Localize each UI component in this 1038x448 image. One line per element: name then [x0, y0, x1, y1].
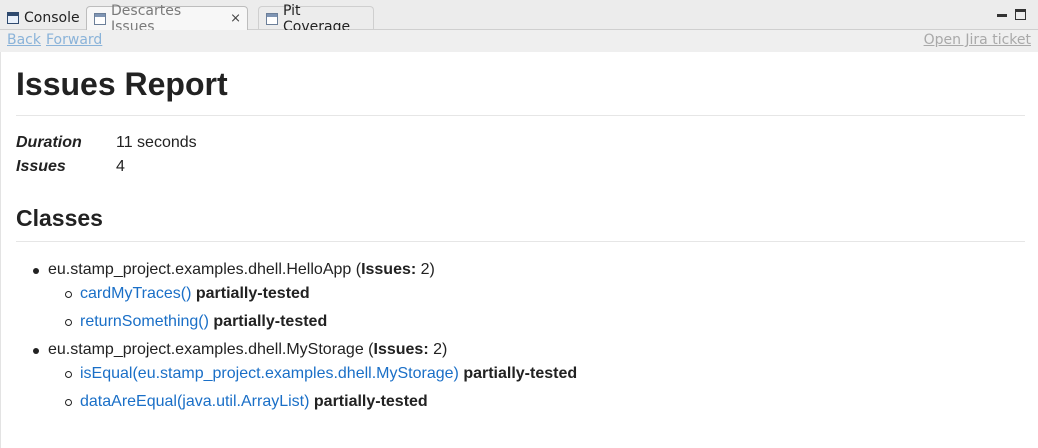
- minimize-icon[interactable]: [997, 14, 1007, 17]
- method-item: isEqual(eu.stamp_project.examples.dhell.…: [64, 365, 578, 383]
- method-item: returnSomething() partially-tested: [64, 313, 328, 331]
- maximize-icon[interactable]: [1015, 9, 1026, 20]
- class-item: eu.stamp_project.examples.dhell.MyStorag…: [32, 341, 448, 359]
- class-issues-count: 2): [433, 341, 448, 358]
- view-icon: [266, 12, 278, 25]
- class-issues-label: Issues:: [373, 341, 429, 358]
- method-link[interactable]: isEqual(eu.stamp_project.examples.dhell.…: [80, 365, 459, 382]
- class-item: eu.stamp_project.examples.dhell.HelloApp…: [33, 261, 435, 279]
- method-link[interactable]: dataAreEqual(java.util.ArrayList): [80, 393, 309, 410]
- method-item: dataAreEqual(java.util.ArrayList) partia…: [65, 393, 428, 411]
- back-link[interactable]: Back: [7, 32, 41, 48]
- duration-label: Duration: [16, 134, 82, 151]
- class-issues-count: 2): [420, 261, 435, 278]
- class-issues-label: Issues:: [361, 261, 417, 278]
- report-content: Issues Report Duration 11 seconds Issues…: [0, 52, 1038, 448]
- divider: [16, 241, 1025, 242]
- tab-descartes-issues[interactable]: Descartes Issues ⨯: [86, 3, 248, 35]
- class-name: eu.stamp_project.examples.dhell.HelloApp: [48, 261, 352, 278]
- issues-label: Issues: [16, 158, 66, 175]
- duration-value: 11 seconds: [116, 134, 197, 151]
- divider: [16, 115, 1025, 116]
- method-status: partially-tested: [463, 365, 578, 382]
- tab-console[interactable]: Console: [0, 6, 86, 30]
- tab-pit-coverage[interactable]: Pit Coverage: [258, 3, 374, 35]
- console-icon: [7, 12, 19, 24]
- class-name: eu.stamp_project.examples.dhell.MyStorag…: [48, 341, 364, 358]
- method-link[interactable]: returnSomething(): [80, 313, 209, 330]
- open-jira-ticket-link[interactable]: Open Jira ticket: [924, 32, 1031, 48]
- issues-value: 4: [116, 158, 125, 175]
- method-link[interactable]: cardMyTraces(): [80, 285, 191, 302]
- browser-nav-bar: Back Forward Open Jira ticket: [0, 30, 1038, 52]
- method-item: cardMyTraces() partially-tested: [65, 285, 310, 303]
- method-status: partially-tested: [195, 285, 310, 302]
- view-tab-bar: Console Descartes Issues ⨯ Pit Coverage: [0, 0, 1038, 35]
- close-icon[interactable]: ⨯: [230, 12, 241, 25]
- page-title: Issues Report: [16, 66, 228, 102]
- tab-label: Console: [24, 10, 80, 26]
- forward-link[interactable]: Forward: [46, 32, 102, 48]
- method-status: partially-tested: [213, 313, 328, 330]
- classes-heading: Classes: [16, 205, 103, 231]
- method-status: partially-tested: [313, 393, 428, 410]
- view-icon: [94, 12, 106, 25]
